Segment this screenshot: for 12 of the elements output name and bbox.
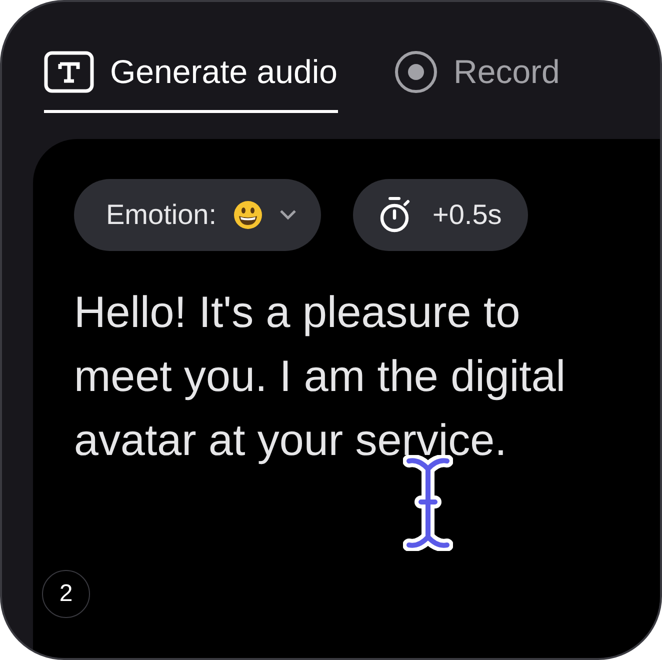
- grinning-face-icon: [232, 200, 262, 230]
- record-icon: [394, 50, 438, 94]
- text-cursor-icon: [403, 455, 453, 551]
- emotion-dropdown[interactable]: Emotion:: [74, 179, 320, 251]
- chevron-down-icon: [278, 209, 296, 221]
- text-icon: [44, 51, 94, 93]
- tab[interactable]: Generate audio: [44, 50, 338, 113]
- page-number-badge: 2: [42, 570, 90, 618]
- tab[interactable]: Record: [394, 50, 560, 113]
- pause-chip[interactable]: +0.5s: [352, 179, 528, 251]
- script-text[interactable]: Hello! It's a pleasure to meet you. I am the digital avatar at your service.: [74, 281, 604, 473]
- stopwatch-icon: [378, 196, 410, 234]
